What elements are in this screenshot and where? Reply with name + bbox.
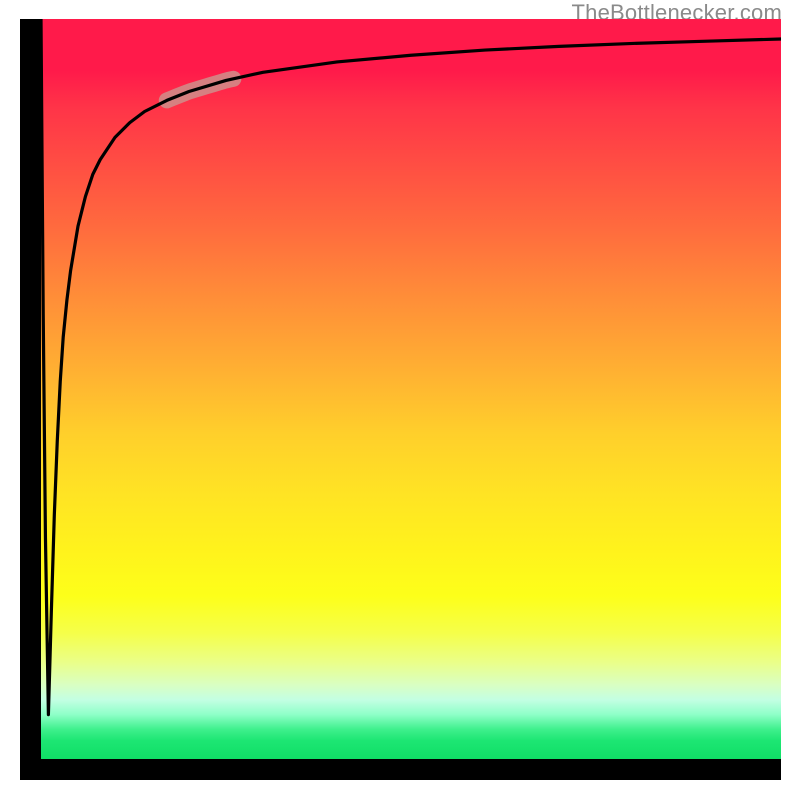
curve-layer bbox=[41, 19, 781, 759]
x-axis-bar bbox=[20, 759, 781, 780]
plot-area bbox=[41, 19, 781, 759]
y-axis-bar bbox=[20, 19, 41, 780]
main-curve bbox=[41, 19, 781, 715]
chart-root: TheBottlenecker.com bbox=[0, 0, 800, 800]
